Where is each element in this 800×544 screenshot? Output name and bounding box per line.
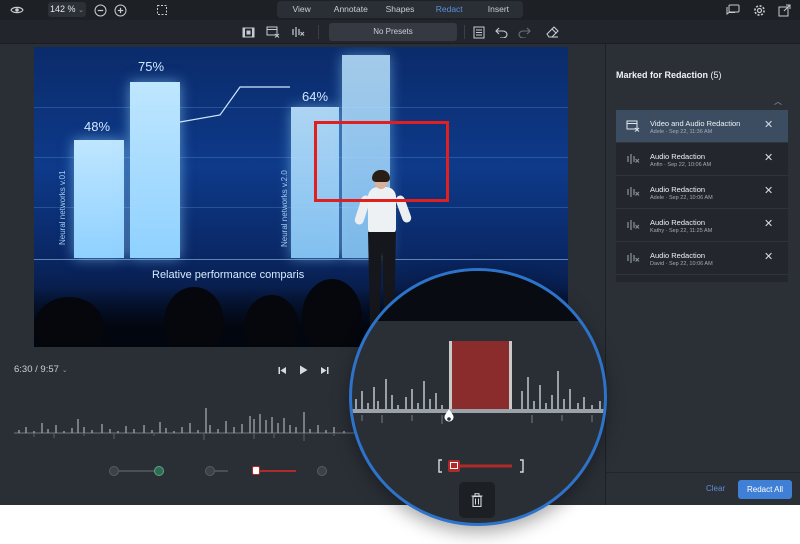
chevron-down-icon: ⌄ bbox=[61, 367, 68, 374]
slide-bar-1 bbox=[74, 140, 124, 258]
tab-shapes[interactable]: Shapes bbox=[375, 1, 424, 18]
close-icon[interactable]: ✕ bbox=[764, 252, 773, 263]
redaction-name: Audio Redaction bbox=[650, 251, 706, 260]
timeline-magnifier bbox=[349, 268, 607, 526]
close-icon[interactable]: ✕ bbox=[764, 153, 773, 164]
redaction-panel: Marked for Redaction (5) ︿ Video and Aud… bbox=[605, 44, 800, 505]
redaction-clip-handle[interactable] bbox=[252, 466, 260, 475]
chevron-down-icon: ⌄ bbox=[78, 7, 84, 14]
redaction-name: Audio Redaction bbox=[650, 185, 706, 194]
presets-dropdown[interactable]: No Presets bbox=[329, 23, 457, 41]
video-audio-redact-icon bbox=[626, 120, 640, 132]
close-icon[interactable]: ✕ bbox=[764, 120, 773, 131]
panel-footer: Clear Redact All bbox=[606, 472, 800, 505]
audio-redact-icon bbox=[626, 186, 640, 198]
tab-view[interactable]: View bbox=[277, 1, 326, 18]
slide-baseline bbox=[34, 259, 568, 260]
time-readout: 6:30 / 9:57 bbox=[14, 364, 59, 375]
comment-icon[interactable] bbox=[725, 2, 741, 18]
skip-back-button[interactable] bbox=[276, 364, 288, 376]
slide-caption: Relative performance comparis bbox=[152, 269, 305, 281]
document-list-icon[interactable] bbox=[471, 24, 487, 40]
zoom-in-button[interactable] bbox=[112, 2, 128, 18]
delete-button[interactable] bbox=[459, 482, 495, 518]
redact-all-button[interactable]: Redact All bbox=[738, 480, 792, 499]
eraser-icon[interactable] bbox=[544, 24, 560, 40]
gear-icon[interactable] bbox=[751, 2, 767, 18]
panel-title-text: Marked for Redaction bbox=[616, 70, 709, 80]
magnified-redaction-clip[interactable] bbox=[438, 459, 524, 473]
zoom-out-button[interactable] bbox=[92, 2, 108, 18]
list-item[interactable]: Audio Redaction Anfin · Sep 22, 10:06 AM… bbox=[616, 143, 788, 176]
redo-icon[interactable] bbox=[516, 24, 532, 40]
redaction-clip-track[interactable] bbox=[256, 470, 296, 472]
redaction-meta: Kathy · Sep 22, 11:25 AM bbox=[650, 228, 713, 234]
panel-title: Marked for Redaction (5) bbox=[616, 70, 722, 80]
chevron-up-icon[interactable]: ︿ bbox=[774, 96, 782, 107]
redaction-meta: Anfin · Sep 22, 10:06 AM bbox=[650, 162, 712, 168]
slide-bar-label: 75% bbox=[138, 59, 165, 74]
redaction-meta: David · Sep 22, 10:06 AM bbox=[650, 261, 713, 267]
redact-toolbar: No Presets bbox=[0, 20, 800, 44]
clear-button[interactable]: Clear bbox=[706, 484, 725, 493]
undo-icon[interactable] bbox=[493, 24, 509, 40]
tab-annotate[interactable]: Annotate bbox=[326, 1, 375, 18]
playback-time[interactable]: 6:30 / 9:57 ⌄ bbox=[14, 364, 68, 375]
toolbar-divider bbox=[318, 25, 319, 39]
slide-bar-label: 64% bbox=[302, 89, 329, 104]
redaction-name: Audio Redaction bbox=[650, 218, 706, 227]
close-icon[interactable]: ✕ bbox=[764, 186, 773, 197]
slide-trend-line bbox=[180, 86, 290, 123]
magnified-redaction-segment[interactable] bbox=[449, 341, 512, 411]
slide-vertical-text: Neural networks v.01 bbox=[58, 170, 67, 245]
close-icon[interactable]: ✕ bbox=[764, 219, 773, 230]
audio-waveform[interactable] bbox=[14, 405, 354, 445]
audio-redact-icon bbox=[626, 219, 640, 231]
slider-handle[interactable] bbox=[205, 466, 215, 476]
redaction-list: Video and Audio Redaction Adele · Sep 22… bbox=[616, 110, 788, 282]
redaction-meta: Adele · Sep 22, 11:36 AM bbox=[650, 129, 713, 135]
audio-redact-icon bbox=[626, 153, 640, 165]
redaction-name: Audio Redaction bbox=[650, 152, 706, 161]
video-redact-icon[interactable] bbox=[240, 24, 256, 40]
slide-vertical-text: Neural networks v.2.0 bbox=[280, 170, 289, 247]
slide-bar-label: 48% bbox=[84, 119, 111, 134]
redaction-count: (5) bbox=[710, 70, 722, 80]
list-item[interactable]: Video and Audio Redaction Adele · Sep 22… bbox=[616, 110, 788, 143]
toolbar-divider bbox=[464, 25, 465, 39]
slider-handle[interactable] bbox=[109, 466, 119, 476]
redaction-name: Video and Audio Redaction bbox=[650, 119, 741, 128]
mode-tabs: View Annotate Shapes Redact Insert bbox=[277, 1, 523, 18]
list-item[interactable]: Audio Redaction Kathy · Sep 22, 11:25 AM… bbox=[616, 209, 788, 242]
skip-forward-button[interactable] bbox=[318, 364, 330, 376]
redaction-region[interactable] bbox=[314, 121, 449, 202]
zoom-level-dropdown[interactable]: 142 % ⌄ bbox=[48, 2, 86, 17]
playhead-pin-icon[interactable] bbox=[443, 409, 455, 425]
video-audio-redact-icon[interactable] bbox=[265, 24, 281, 40]
magnified-video-strip bbox=[352, 271, 604, 321]
eye-icon[interactable] bbox=[9, 2, 25, 18]
zoom-level: 142 % bbox=[50, 4, 76, 14]
redaction-meta: Adele · Sep 22, 10:06 AM bbox=[650, 195, 713, 201]
audio-redact-icon bbox=[626, 252, 640, 264]
slider-handle[interactable] bbox=[317, 466, 327, 476]
list-item[interactable]: Audio Redaction Adele · Sep 22, 10:06 AM… bbox=[616, 176, 788, 209]
slide-bar-2 bbox=[130, 82, 180, 258]
tab-redact[interactable]: Redact bbox=[425, 1, 474, 18]
menu-bar: 142 % ⌄ View Annotate Shapes Redact Inse… bbox=[0, 0, 800, 20]
export-icon[interactable] bbox=[776, 2, 792, 18]
track-slider[interactable] bbox=[113, 470, 159, 472]
trash-icon bbox=[471, 493, 483, 507]
selection-icon[interactable] bbox=[154, 2, 170, 18]
audio-redact-icon[interactable] bbox=[290, 24, 306, 40]
magnified-track-line bbox=[352, 409, 604, 413]
slider-handle[interactable] bbox=[154, 466, 164, 476]
tab-insert[interactable]: Insert bbox=[474, 1, 523, 18]
play-button[interactable] bbox=[297, 364, 309, 376]
list-item[interactable]: Audio Redaction David · Sep 22, 10:06 AM… bbox=[616, 242, 788, 275]
